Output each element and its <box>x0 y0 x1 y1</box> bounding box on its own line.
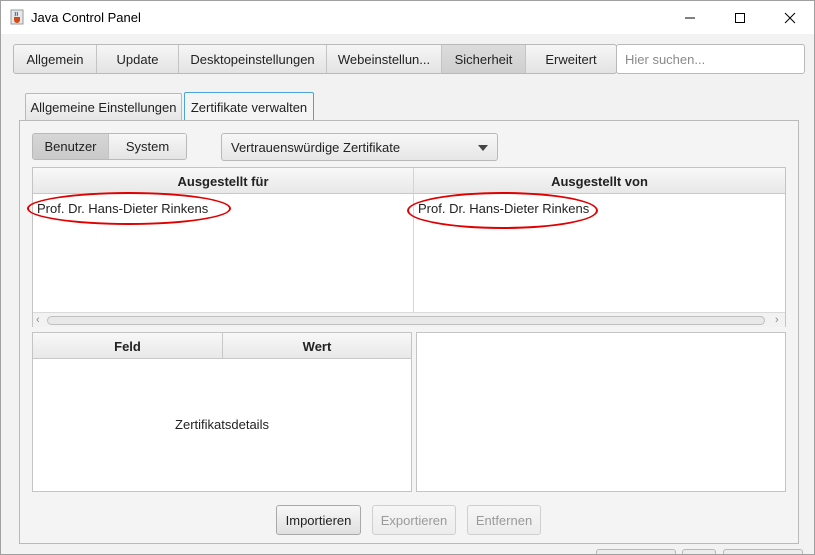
search-input[interactable] <box>616 44 805 74</box>
column-header-issued-to[interactable]: Ausgestellt für <box>33 168 413 194</box>
cell-issued-to[interactable]: Prof. Dr. Hans-Dieter Rinkens <box>37 201 208 216</box>
close-icon <box>784 12 796 24</box>
cell-issued-by[interactable]: Prof. Dr. Hans-Dieter Rinkens <box>418 201 589 216</box>
certificate-type-select[interactable]: Vertrauenswürdige Zertifikate <box>221 133 498 161</box>
certificate-details-table: Feld Wert Zertifikatsdetails <box>32 332 412 492</box>
export-button[interactable]: Exportieren <box>372 505 456 535</box>
remove-button[interactable]: Entfernen <box>467 505 541 535</box>
subtab-zertifikate-verwalten[interactable]: Zertifikate verwalten <box>184 92 314 121</box>
subtab-allgemeine-einstellungen[interactable]: Allgemeine Einstellungen <box>25 93 182 120</box>
java-control-panel-window: Java Control Panel Allgemein Update Desk… <box>0 0 815 555</box>
scope-system-button[interactable]: System <box>109 134 186 159</box>
dialog-apply-button[interactable] <box>723 549 803 554</box>
maximize-icon <box>734 12 746 24</box>
tab-sicherheit[interactable]: Sicherheit <box>442 45 526 73</box>
import-button[interactable]: Importieren <box>276 505 361 535</box>
dialog-ok-button[interactable] <box>596 549 676 554</box>
certificate-table-header: Ausgestellt für Ausgestellt von <box>33 168 785 194</box>
details-placeholder: Zertifikatsdetails <box>175 417 269 432</box>
close-button[interactable] <box>767 1 813 34</box>
certificates-panel: Benutzer System Vertrauenswürdige Zertif… <box>19 120 799 544</box>
scroll-left-icon[interactable]: ‹ <box>36 314 40 326</box>
window-title: Java Control Panel <box>31 10 141 25</box>
tab-desktopeinstellungen[interactable]: Desktopeinstellungen <box>179 45 327 73</box>
minimize-button[interactable] <box>667 1 713 34</box>
horizontal-scrollbar[interactable]: ‹ › <box>33 312 785 327</box>
main-tab-bar: Allgemein Update Desktopeinstellungen We… <box>13 44 617 74</box>
maximize-button[interactable] <box>717 1 763 34</box>
tab-allgemein[interactable]: Allgemein <box>14 45 97 73</box>
tab-webeinstellungen[interactable]: Webeinstellun... <box>327 45 442 73</box>
tab-erweitert[interactable]: Erweitert <box>526 45 616 73</box>
details-value-pane <box>416 332 786 492</box>
java-cup-icon <box>9 9 25 25</box>
certificate-type-value: Vertrauenswürdige Zertifikate <box>231 139 401 155</box>
scope-benutzer-button[interactable]: Benutzer <box>33 134 109 159</box>
title-bar: Java Control Panel <box>1 1 814 34</box>
column-divider <box>413 168 414 313</box>
minimize-icon <box>684 12 696 24</box>
column-header-wert[interactable]: Wert <box>223 333 411 359</box>
column-header-feld[interactable]: Feld <box>33 333 222 359</box>
chevron-down-icon <box>478 145 488 151</box>
scope-toggle: Benutzer System <box>32 133 187 160</box>
column-header-issued-by[interactable]: Ausgestellt von <box>414 168 785 194</box>
dialog-cancel-button[interactable] <box>682 549 716 554</box>
certificate-table: Ausgestellt für Ausgestellt von Prof. Dr… <box>32 167 786 327</box>
tab-update[interactable]: Update <box>97 45 179 73</box>
details-table-header: Feld Wert <box>33 333 411 359</box>
scroll-right-icon[interactable]: › <box>775 314 779 326</box>
scrollbar-thumb[interactable] <box>47 316 765 325</box>
